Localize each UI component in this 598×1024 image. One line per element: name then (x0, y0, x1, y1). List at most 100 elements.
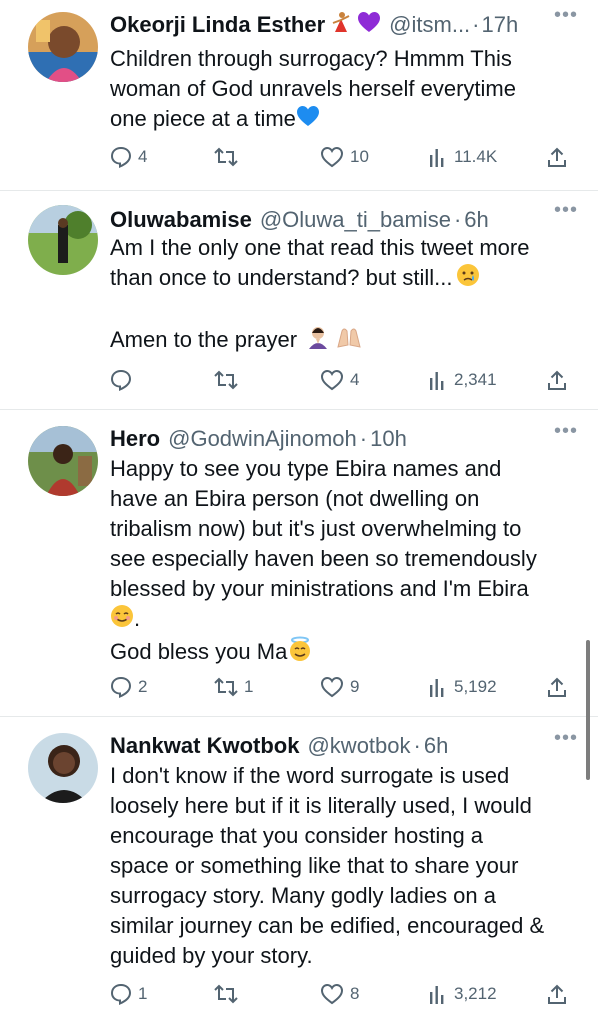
like-count: 4 (350, 370, 360, 389)
tweet-line: surrogacy story. Many godly ladies on a (110, 883, 496, 908)
like-button[interactable]: 8 (320, 979, 359, 1009)
author-handle[interactable]: @GodwinAjinomoh (168, 426, 357, 452)
reply-button[interactable] (110, 365, 138, 395)
tweet-line: encourage that you consider hosting a (110, 823, 484, 848)
reply-icon (110, 369, 132, 391)
retweet-button[interactable] (214, 365, 244, 395)
reply-icon (110, 983, 132, 1005)
share-button[interactable] (546, 365, 568, 395)
tweet-3[interactable]: Hero @GodwinAjinomoh · 10h ••• Happy to … (0, 410, 598, 716)
separator-dot: · (413, 733, 421, 758)
tweet-2[interactable]: Oluwabamise @Oluwa_ti_bamise · 6h ••• Am… (0, 191, 598, 409)
smiling-face-emoji (110, 604, 134, 636)
like-button[interactable]: 9 (320, 672, 359, 702)
more-dots-icon[interactable]: ••• (554, 420, 578, 443)
crying-face-emoji (456, 263, 480, 295)
reply-icon (110, 146, 132, 168)
author-name[interactable]: Oluwabamise (110, 207, 252, 233)
tweet-line: guided by your story. (110, 943, 313, 968)
tweet-header: Hero @GodwinAjinomoh · 10h (110, 422, 578, 456)
blue-heart-emoji (296, 105, 320, 135)
retweet-icon (214, 147, 238, 167)
views-icon (430, 372, 444, 390)
retweet-button[interactable]: 1 (214, 672, 253, 702)
view-count: 3,212 (454, 984, 497, 1003)
author-name[interactable]: Nankwat Kwotbok (110, 733, 299, 759)
retweet-count: 1 (244, 677, 254, 696)
tweet-header: Nankwat Kwotbok @kwotbok · 6h (110, 729, 578, 763)
purple-heart-emoji (357, 11, 381, 39)
scrollbar[interactable] (586, 640, 590, 780)
reply-count: 2 (138, 677, 148, 696)
tweet-line: woman of God unravels herself everytime (110, 76, 516, 101)
share-icon (548, 370, 566, 390)
more-dots-icon[interactable]: ••• (554, 727, 578, 750)
tweet-line: space or something like that to share yo… (110, 853, 519, 878)
like-count: 9 (350, 677, 360, 696)
tweet-actions: 4 2,341 (110, 365, 580, 395)
retweet-button[interactable] (214, 979, 244, 1009)
reply-count: 1 (138, 984, 148, 1003)
avatar[interactable] (28, 426, 98, 496)
tweet-line-text: than once to understand? but still... (110, 265, 453, 290)
like-button[interactable]: 10 (320, 142, 369, 172)
tweet-line-text: Amen to the prayer (110, 327, 298, 353)
share-button[interactable] (546, 979, 568, 1009)
retweet-icon (214, 370, 238, 390)
tweet-time[interactable]: 6h (424, 733, 448, 759)
author-name[interactable]: Okeorji Linda Esther (110, 12, 325, 38)
author-handle[interactable]: @kwotbok (307, 733, 410, 759)
tweet-line-text: one piece at a time (110, 106, 296, 131)
tweet-line: loosely here but if it is literally used… (110, 793, 532, 818)
tweet-line: similar journey can be edified, encourag… (110, 913, 545, 938)
share-button[interactable] (546, 672, 568, 702)
tweet-text: Happy to see you type Ebira names and ha… (110, 454, 568, 670)
like-count: 10 (350, 147, 369, 166)
reply-button[interactable]: 2 (110, 672, 147, 702)
tweet-header: Okeorji Linda Esther @itsm... · 17h (110, 8, 578, 42)
views-button[interactable]: 5,192 (428, 672, 497, 702)
tweet-text: Am I the only one that read this tweet m… (110, 233, 568, 357)
reply-button[interactable]: 1 (110, 979, 147, 1009)
view-count: 11.4K (454, 147, 498, 166)
avatar[interactable] (28, 12, 98, 82)
avatar[interactable] (28, 733, 98, 803)
tweet-actions: 1 8 3,212 (110, 979, 580, 1009)
tweet-header: Oluwabamise @Oluwa_ti_bamise · 6h (110, 203, 578, 237)
reply-count: 4 (138, 147, 148, 166)
like-button[interactable]: 4 (320, 365, 359, 395)
retweet-icon (214, 677, 238, 697)
tweet-time[interactable]: 17h (482, 12, 519, 38)
retweet-button[interactable] (214, 142, 244, 172)
views-button[interactable]: 3,212 (428, 979, 497, 1009)
tweet-line: one piece at a time (110, 104, 568, 135)
separator-dot: · (472, 12, 480, 37)
avatar[interactable] (28, 205, 98, 275)
heart-icon (320, 146, 344, 168)
views-icon (430, 149, 444, 167)
share-button[interactable] (546, 142, 568, 172)
more-dots-icon[interactable]: ••• (554, 199, 578, 222)
praying-woman-emoji (305, 325, 331, 357)
views-button[interactable]: 11.4K (428, 142, 497, 172)
tweet-time[interactable]: 6h (464, 207, 488, 233)
halo-face-emoji (287, 636, 313, 670)
views-button[interactable]: 2,341 (428, 365, 497, 395)
author-name[interactable]: Hero (110, 426, 160, 452)
separator-dot: · (359, 426, 368, 451)
share-icon (548, 677, 566, 697)
author-handle[interactable]: @itsm... (389, 12, 470, 38)
reply-button[interactable]: 4 (110, 142, 147, 172)
tweet-4[interactable]: Nankwat Kwotbok @kwotbok · 6h ••• I don'… (0, 717, 598, 1024)
tweet-line: have an Ebira person (not dwelling on (110, 486, 480, 511)
tweet-line-text: God bless you Ma (110, 639, 288, 664)
tweet-line: God bless you Ma (110, 636, 568, 670)
tweet-1[interactable]: Okeorji Linda Esther @itsm... · 17h ••• … (0, 0, 598, 190)
view-count: 2,341 (454, 370, 497, 389)
author-handle[interactable]: @Oluwa_ti_bamise (260, 207, 451, 233)
tweet-time[interactable]: 10h (370, 426, 407, 452)
tweet-line: see especially haven been so tremendousl… (110, 546, 537, 571)
dancer-emoji (329, 10, 353, 40)
more-dots-icon[interactable]: ••• (554, 4, 578, 27)
